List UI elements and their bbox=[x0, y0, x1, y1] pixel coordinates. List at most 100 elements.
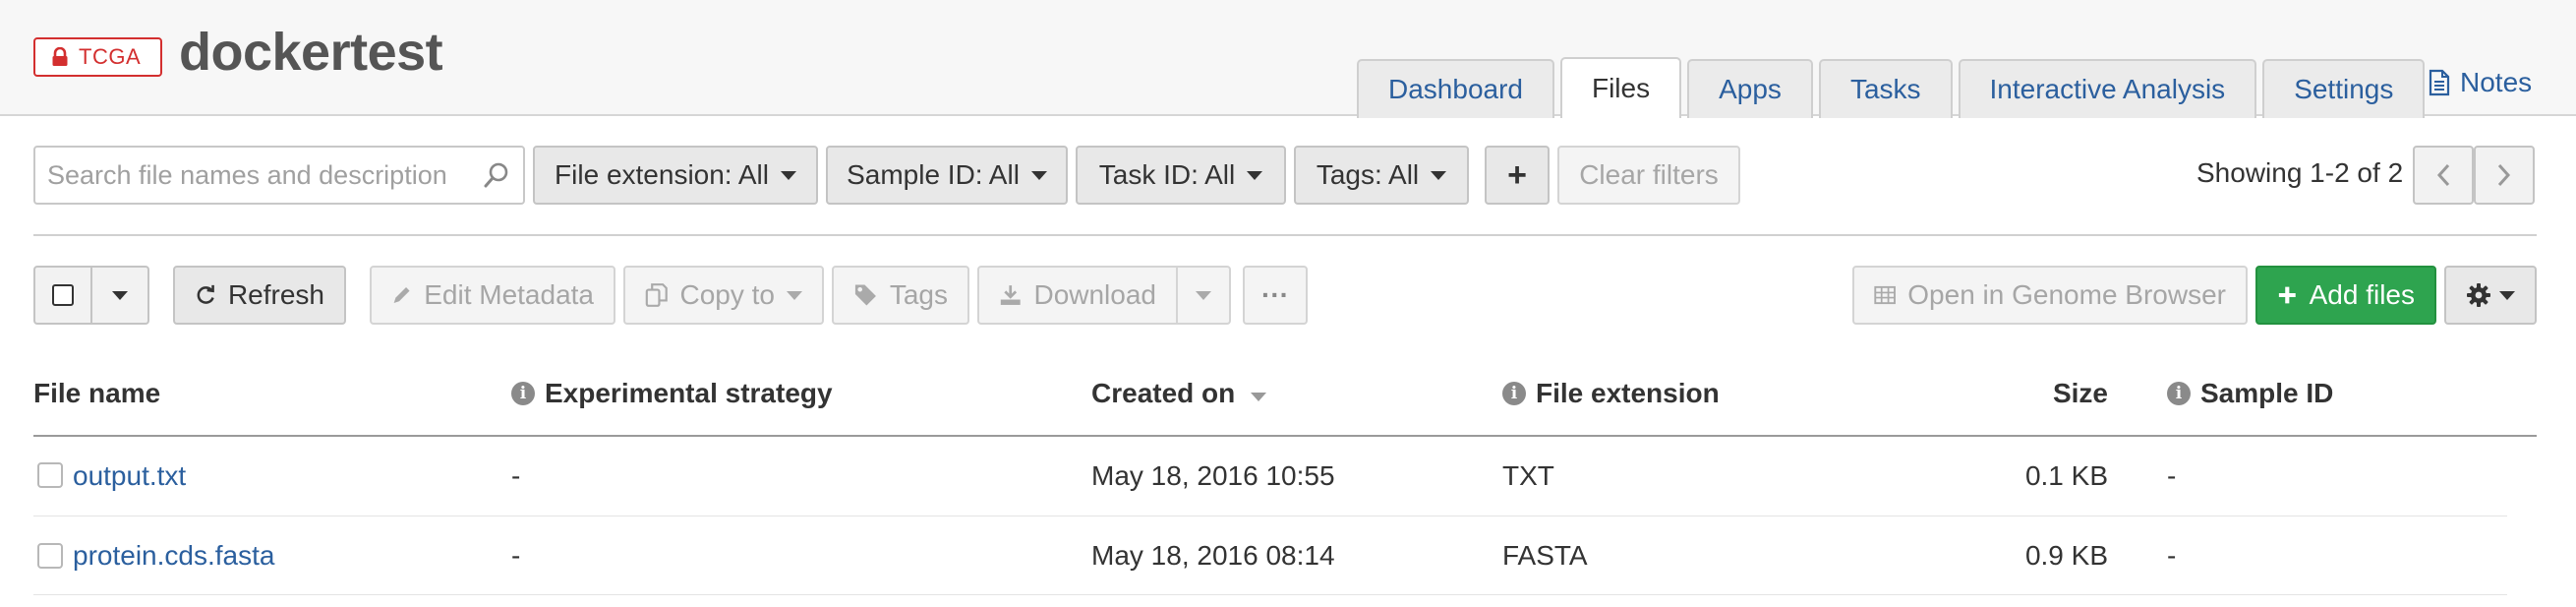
refresh-icon bbox=[197, 284, 214, 304]
column-experimental-strategy[interactable]: i Experimental strategy bbox=[511, 378, 833, 409]
search-input[interactable] bbox=[47, 159, 482, 191]
tags-filter-label: Tags: All bbox=[1316, 159, 1420, 190]
tcga-badge: TCGA bbox=[33, 37, 163, 77]
row-checkbox[interactable] bbox=[37, 462, 63, 488]
info-icon[interactable]: i bbox=[511, 382, 535, 405]
clear-filters-label: Clear filters bbox=[1579, 159, 1719, 190]
tab-files[interactable]: Files bbox=[1559, 57, 1682, 118]
column-experimental-strategy-label: Experimental strategy bbox=[545, 378, 833, 408]
copy-icon bbox=[645, 283, 668, 307]
tab-apps[interactable]: Apps bbox=[1687, 59, 1813, 118]
tag-icon bbox=[854, 284, 876, 306]
created-on-cell: May 18, 2016 08:14 bbox=[1091, 540, 1335, 571]
more-actions-button[interactable]: ··· bbox=[1243, 266, 1308, 325]
prev-page-button[interactable] bbox=[2413, 146, 2474, 205]
task-id-filter-label: Task ID: All bbox=[1098, 159, 1236, 190]
row-divider bbox=[33, 594, 2507, 595]
experimental-strategy-cell: - bbox=[511, 540, 521, 571]
sort-down-icon bbox=[1251, 392, 1267, 401]
notes-link[interactable]: Notes bbox=[2429, 67, 2532, 98]
tags-button[interactable]: Tags bbox=[832, 266, 969, 325]
copy-to-label: Copy to bbox=[679, 279, 776, 310]
info-icon[interactable]: i bbox=[2167, 382, 2191, 405]
settings-dropdown[interactable] bbox=[2444, 266, 2537, 325]
select-all-checkbox[interactable] bbox=[33, 266, 92, 325]
search-box bbox=[33, 146, 525, 205]
section-divider bbox=[33, 234, 2537, 236]
sample-id-filter-label: Sample ID: All bbox=[847, 159, 1020, 190]
tab-tasks[interactable]: Tasks bbox=[1818, 59, 1953, 118]
sample-id-cell: - bbox=[2167, 540, 2177, 571]
size-cell: 0.1 KB bbox=[2024, 460, 2108, 491]
chevron-left-icon bbox=[2436, 163, 2450, 187]
table-header-divider bbox=[33, 435, 2537, 437]
add-files-button[interactable]: Add files bbox=[2255, 266, 2436, 325]
document-icon bbox=[2429, 69, 2450, 96]
experimental-strategy-cell: - bbox=[511, 460, 521, 491]
column-file-extension-label: File extension bbox=[1536, 378, 1720, 408]
file-extension-filter-label: File extension: All bbox=[555, 159, 769, 190]
refresh-label: Refresh bbox=[227, 279, 324, 310]
edit-metadata-label: Edit Metadata bbox=[424, 279, 594, 310]
tags-filter[interactable]: Tags: All bbox=[1294, 146, 1469, 205]
file-name-link[interactable]: protein.cds.fasta bbox=[73, 540, 274, 572]
download-button[interactable]: Download bbox=[977, 266, 1178, 325]
select-options-dropdown[interactable] bbox=[90, 266, 149, 325]
caret-down-icon bbox=[1431, 170, 1447, 180]
column-created-on-label: Created on bbox=[1091, 378, 1236, 408]
file-extension-cell: FASTA bbox=[1502, 540, 1588, 571]
column-size[interactable]: Size bbox=[2006, 378, 2108, 409]
open-genome-browser-button[interactable]: Open in Genome Browser bbox=[1852, 266, 2248, 325]
pagination-status: Showing 1-2 of 2 bbox=[2196, 157, 2404, 188]
project-header: TCGA dockertest Dashboard Files Apps Tas… bbox=[0, 0, 2576, 118]
tab-interactive-analysis[interactable]: Interactive Analysis bbox=[1958, 59, 2257, 118]
download-icon bbox=[1000, 285, 1021, 305]
pencil-icon bbox=[393, 287, 410, 303]
column-file-extension[interactable]: i File extension bbox=[1502, 378, 1720, 409]
gear-icon bbox=[2467, 283, 2490, 307]
caret-down-icon bbox=[787, 290, 802, 300]
size-cell: 0.9 KB bbox=[2024, 540, 2108, 571]
tab-settings[interactable]: Settings bbox=[2262, 59, 2426, 118]
file-name-link[interactable]: output.txt bbox=[73, 460, 186, 492]
caret-down-icon bbox=[1247, 170, 1263, 180]
project-title: dockertest bbox=[179, 23, 443, 82]
chevron-right-icon bbox=[2497, 163, 2511, 187]
column-file-name-label: File name bbox=[33, 378, 161, 408]
sample-id-filter[interactable]: Sample ID: All bbox=[826, 146, 1068, 205]
checkbox-icon bbox=[52, 284, 74, 306]
search-icon[interactable] bbox=[482, 160, 511, 190]
table-icon bbox=[1874, 285, 1896, 305]
row-checkbox[interactable] bbox=[37, 543, 63, 569]
tags-label: Tags bbox=[889, 279, 948, 310]
refresh-button[interactable]: Refresh bbox=[173, 266, 346, 325]
caret-down-icon bbox=[112, 290, 128, 300]
plus-icon: + bbox=[1507, 155, 1527, 194]
tab-dashboard[interactable]: Dashboard bbox=[1357, 59, 1554, 118]
add-filter-button[interactable]: + bbox=[1485, 146, 1550, 205]
info-icon[interactable]: i bbox=[1502, 382, 1526, 405]
copy-to-button[interactable]: Copy to bbox=[623, 266, 824, 325]
task-id-filter[interactable]: Task ID: All bbox=[1076, 146, 1286, 205]
file-extension-filter[interactable]: File extension: All bbox=[533, 146, 818, 205]
column-sample-id-label: Sample ID bbox=[2200, 378, 2334, 408]
notes-label: Notes bbox=[2460, 67, 2533, 97]
plus-icon bbox=[2278, 286, 2296, 304]
next-page-button[interactable] bbox=[2474, 146, 2535, 205]
column-file-name[interactable]: File name bbox=[33, 378, 160, 409]
lock-icon bbox=[52, 47, 68, 66]
clear-filters-button[interactable]: Clear filters bbox=[1557, 146, 1740, 205]
edit-metadata-button[interactable]: Edit Metadata bbox=[370, 266, 615, 325]
download-label: Download bbox=[1033, 279, 1156, 310]
download-options-dropdown[interactable] bbox=[1176, 266, 1231, 325]
genome-browser-label: Open in Genome Browser bbox=[1907, 279, 2226, 310]
column-sample-id[interactable]: i Sample ID bbox=[2167, 378, 2333, 409]
column-created-on[interactable]: Created on bbox=[1091, 378, 1267, 409]
caret-down-icon bbox=[780, 170, 796, 180]
caret-down-icon bbox=[1030, 170, 1047, 180]
badge-label: TCGA bbox=[79, 44, 142, 69]
caret-down-icon bbox=[1196, 290, 1211, 300]
caret-down-icon bbox=[2499, 290, 2515, 300]
add-files-label: Add files bbox=[2309, 279, 2415, 310]
column-size-label: Size bbox=[2052, 378, 2108, 408]
